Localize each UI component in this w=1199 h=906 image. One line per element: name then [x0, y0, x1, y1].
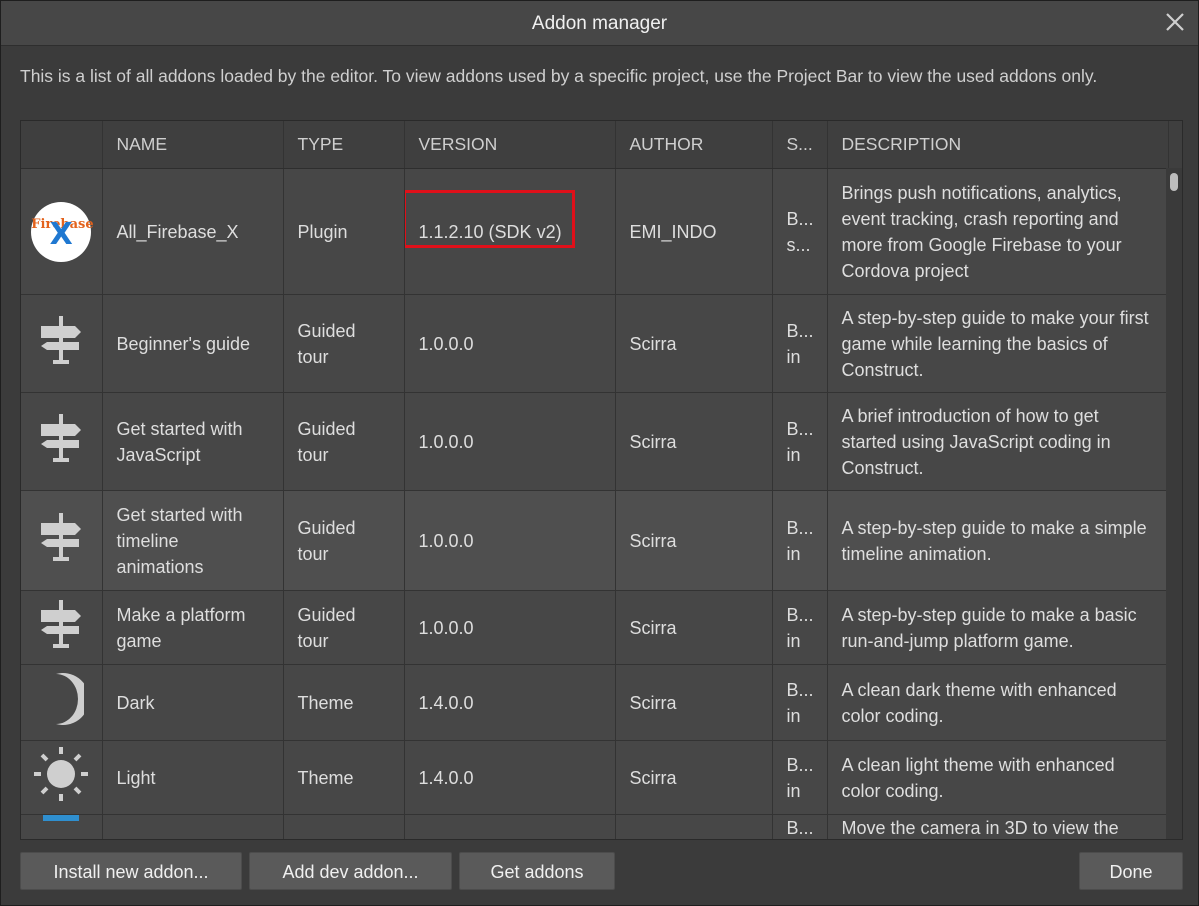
row-type: Guided tour: [283, 590, 405, 665]
row-type: Guided tour: [283, 294, 405, 393]
column-header-author[interactable]: AUTHOR: [615, 121, 773, 169]
title-bar: Addon manager: [1, 1, 1198, 46]
row-icon-cell: [21, 490, 103, 591]
row-description: Brings push notifications, analytics, ev…: [827, 168, 1169, 295]
row-version: 1.4.0.0: [404, 740, 616, 815]
sun-icon: [34, 747, 89, 801]
add-dev-addon-button[interactable]: Add dev addon...: [249, 852, 452, 890]
row-s: B... in: [772, 740, 828, 815]
column-header-description[interactable]: DESCRIPTION: [827, 121, 1169, 169]
table-row[interactable]: Beginner's guide Guided tour 1.0.0.0 Sci…: [21, 294, 1169, 393]
row-version: 1.0.0.0: [404, 490, 616, 591]
row-s: B... in: [772, 590, 828, 665]
signpost-icon: [41, 316, 82, 364]
moon-icon: [56, 673, 90, 725]
signpost-icon: [41, 600, 82, 648]
row-description: A clean dark theme with enhanced color c…: [827, 664, 1169, 741]
column-header-version[interactable]: VERSION: [404, 121, 616, 169]
column-header-name[interactable]: NAME: [102, 121, 284, 169]
row-icon-cell: [21, 590, 103, 665]
row-version: 1.0.0.0: [404, 294, 616, 393]
install-new-addon-button[interactable]: Install new addon...: [20, 852, 242, 890]
row-author: [615, 814, 773, 839]
row-author: Scirra: [615, 294, 773, 393]
row-name: Beginner's guide: [102, 294, 284, 393]
signpost-icon: [41, 414, 82, 462]
row-description: Move the camera in 3D to view the: [827, 814, 1169, 839]
row-author: EMI_INDO: [615, 168, 773, 295]
row-s: B... in: [772, 664, 828, 741]
row-type: Theme: [283, 740, 405, 815]
column-header-icon[interactable]: [21, 121, 103, 169]
row-type: Guided tour: [283, 490, 405, 591]
table-row[interactable]: Make a platform game Guided tour 1.0.0.0…: [21, 590, 1169, 665]
highlight-box: [404, 189, 575, 248]
row-s: B... in: [772, 392, 828, 491]
row-icon-cell: [21, 814, 103, 839]
scrollbar-thumb[interactable]: [1170, 173, 1178, 191]
row-type: Theme: [283, 664, 405, 741]
row-type: Guided tour: [283, 392, 405, 491]
close-icon[interactable]: [1162, 9, 1188, 35]
row-version: [404, 814, 616, 839]
row-version: 1.0.0.0: [404, 392, 616, 491]
addon-table: NAME TYPE VERSION AUTHOR S... DESCRIPTIO…: [20, 120, 1183, 840]
row-icon-cell: [21, 664, 103, 741]
column-header-type[interactable]: TYPE: [283, 121, 405, 169]
version-highlight-wrapper: 1.1.2.10 (SDK v2): [404, 189, 575, 248]
row-name: Make a platform game: [102, 590, 284, 665]
row-description: A brief introduction of how to get start…: [827, 392, 1169, 491]
table-header-row: NAME TYPE VERSION AUTHOR S... DESCRIPTIO…: [21, 121, 1169, 169]
table-row[interactable]: B... Move the camera in 3D to view the: [21, 814, 1169, 839]
column-header-s[interactable]: S...: [772, 121, 828, 169]
table-row[interactable]: Dark Theme 1.4.0.0 Scirra B... in A clea…: [21, 664, 1169, 741]
row-name: Get started with timeline animations: [102, 490, 284, 591]
row-description: A step-by-step guide to make a simple ti…: [827, 490, 1169, 591]
row-icon-cell: [21, 294, 103, 393]
row-version: 1.0.0.0: [404, 590, 616, 665]
row-s: B... in: [772, 490, 828, 591]
row-name: All_Firebase_X: [102, 168, 284, 295]
row-author: Scirra: [615, 740, 773, 815]
row-description: A step-by-step guide to make a basic run…: [827, 590, 1169, 665]
table-row[interactable]: Get started with JavaScript Guided tour …: [21, 392, 1169, 491]
row-name: Get started with JavaScript: [102, 392, 284, 491]
row-s: B...: [772, 814, 828, 839]
row-author: Scirra: [615, 392, 773, 491]
row-description: A clean light theme with enhanced color …: [827, 740, 1169, 815]
row-s: B... s...: [772, 168, 828, 295]
row-name: [102, 814, 284, 839]
row-type: Plugin: [283, 168, 405, 295]
table-row[interactable]: Get started with timeline animations Gui…: [21, 490, 1169, 591]
intro-text: This is a list of all addons loaded by t…: [20, 66, 1098, 86]
row-name: Dark: [102, 664, 284, 741]
row-type: [283, 814, 405, 839]
dialog-title: Addon manager: [531, 13, 668, 34]
addon-manager-dialog: Addon manager This is a list of all addo…: [0, 0, 1199, 906]
firebase-x-logo-icon: Firebase X: [31, 201, 94, 262]
row-version: 1.4.0.0: [404, 664, 616, 741]
row-s: B... in: [772, 294, 828, 393]
row-icon-cell: Firebase X: [21, 168, 103, 295]
vertical-scrollbar[interactable]: [1166, 168, 1182, 839]
row-author: Scirra: [615, 590, 773, 665]
get-addons-button[interactable]: Get addons: [459, 852, 615, 890]
camera-3d-icon: [43, 815, 80, 821]
row-description: A step-by-step guide to make your first …: [827, 294, 1169, 393]
table-row[interactable]: Light Theme 1.4.0.0 Scirra B... in A cle…: [21, 740, 1169, 815]
row-version: 1.1.2.10 (SDK v2): [404, 168, 616, 295]
row-name: Light: [102, 740, 284, 815]
row-author: Scirra: [615, 490, 773, 591]
done-button[interactable]: Done: [1079, 852, 1183, 890]
table-row[interactable]: Firebase X All_Firebase_X Plugin 1.1.2.1…: [21, 168, 1169, 295]
signpost-icon: [41, 513, 82, 561]
row-icon-cell: [21, 392, 103, 491]
row-author: Scirra: [615, 664, 773, 741]
row-icon-cell: [21, 740, 103, 815]
